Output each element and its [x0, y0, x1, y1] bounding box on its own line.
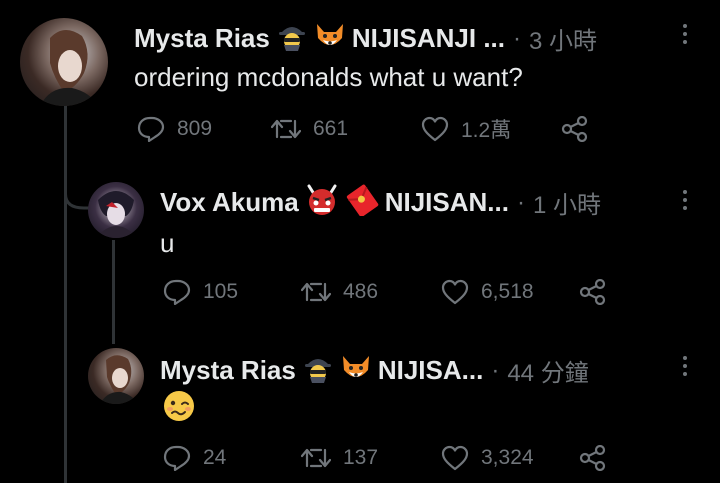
more-options-icon[interactable]: [682, 24, 688, 48]
detective-emoji: [276, 20, 308, 57]
share-button[interactable]: [579, 445, 619, 471]
retweet-button[interactable]: 661: [271, 117, 421, 141]
reply-icon: [163, 279, 191, 305]
share-icon: [579, 445, 606, 471]
tweet-header: Vox Akuma NIJISAN... · 1 小時: [160, 184, 601, 221]
tweet-actions: 809 661 1.2萬: [137, 114, 601, 144]
retweet-icon: [301, 448, 331, 468]
retweet-button[interactable]: 137: [301, 446, 441, 470]
retweet-icon: [271, 119, 301, 139]
display-name[interactable]: Mysta Rias: [134, 23, 270, 54]
tweet-text: u: [160, 228, 175, 258]
tweet-mysta-reply[interactable]: Mysta Rias NIJISA... · 44 分鐘 24 137 3,32…: [0, 336, 720, 483]
share-button[interactable]: [561, 116, 601, 142]
retweet-icon: [301, 282, 331, 302]
ogre-emoji: [305, 184, 339, 221]
heart-icon: [441, 279, 469, 305]
fox-emoji: [314, 20, 346, 57]
tweet-actions: 105 486 6,518: [163, 279, 619, 305]
separator: ·: [513, 24, 521, 52]
affiliation-label: NIJISA...: [377, 355, 484, 385]
like-button[interactable]: 6,518: [441, 279, 579, 305]
separator: ·: [491, 356, 500, 384]
retweet-count: 137: [343, 446, 379, 469]
timestamp[interactable]: 3 小時: [529, 21, 597, 56]
reply-icon: [137, 116, 165, 142]
retweet-button[interactable]: 486: [301, 280, 441, 304]
like-count: 1.2萬: [461, 119, 512, 142]
detective-emoji: [302, 352, 334, 389]
more-options-icon[interactable]: [682, 190, 688, 214]
display-name[interactable]: Mysta Rias: [160, 355, 296, 386]
retweet-count: 486: [343, 280, 379, 303]
tweet-text: ordering mcdonalds what u want?: [134, 62, 523, 92]
like-count: 6,518: [481, 280, 534, 303]
tweet-header: Mysta Rias NIJISA... · 44 分鐘: [160, 352, 589, 389]
reply-button[interactable]: 24: [163, 445, 301, 471]
share-button[interactable]: [579, 279, 619, 305]
tweet-vox-reply[interactable]: Vox Akuma NIJISAN... · 1 小時 u 105 486 6,…: [0, 170, 720, 330]
affiliation-label: NIJISANJI ...: [351, 23, 505, 53]
avatar[interactable]: [88, 182, 144, 238]
tweet-actions: 24 137 3,324: [163, 445, 619, 471]
share-icon: [579, 279, 606, 305]
share-icon: [561, 116, 588, 142]
reply-button[interactable]: 105: [163, 279, 301, 305]
reply-count: 24: [203, 446, 227, 469]
reply-count: 105: [203, 280, 239, 303]
avatar[interactable]: [88, 348, 144, 404]
heart-icon: [421, 116, 449, 142]
timestamp[interactable]: 44 分鐘: [507, 353, 588, 388]
like-button[interactable]: 1.2萬: [421, 114, 561, 144]
red-envelope-emoji: [345, 184, 379, 221]
reply-icon: [163, 445, 191, 471]
like-count: 3,324: [481, 446, 534, 469]
retweet-count: 661: [313, 117, 349, 140]
more-options-icon[interactable]: [682, 356, 688, 380]
woozy-face-emoji: [162, 389, 196, 428]
like-button[interactable]: 3,324: [441, 445, 579, 471]
separator: ·: [516, 188, 525, 216]
heart-icon: [441, 445, 469, 471]
fox-emoji: [340, 352, 372, 389]
reply-count: 809: [177, 117, 213, 140]
timestamp[interactable]: 1 小時: [533, 185, 601, 220]
avatar[interactable]: [20, 18, 108, 106]
tweet-mysta-main[interactable]: Mysta Rias NIJISANJI ... · 3 小時 ordering: [0, 0, 720, 160]
tweet-header: Mysta Rias NIJISANJI ... · 3 小時: [134, 20, 597, 57]
reply-button[interactable]: 809: [137, 116, 271, 142]
display-name[interactable]: Vox Akuma: [160, 187, 299, 218]
affiliation-label: NIJISAN...: [384, 187, 509, 217]
